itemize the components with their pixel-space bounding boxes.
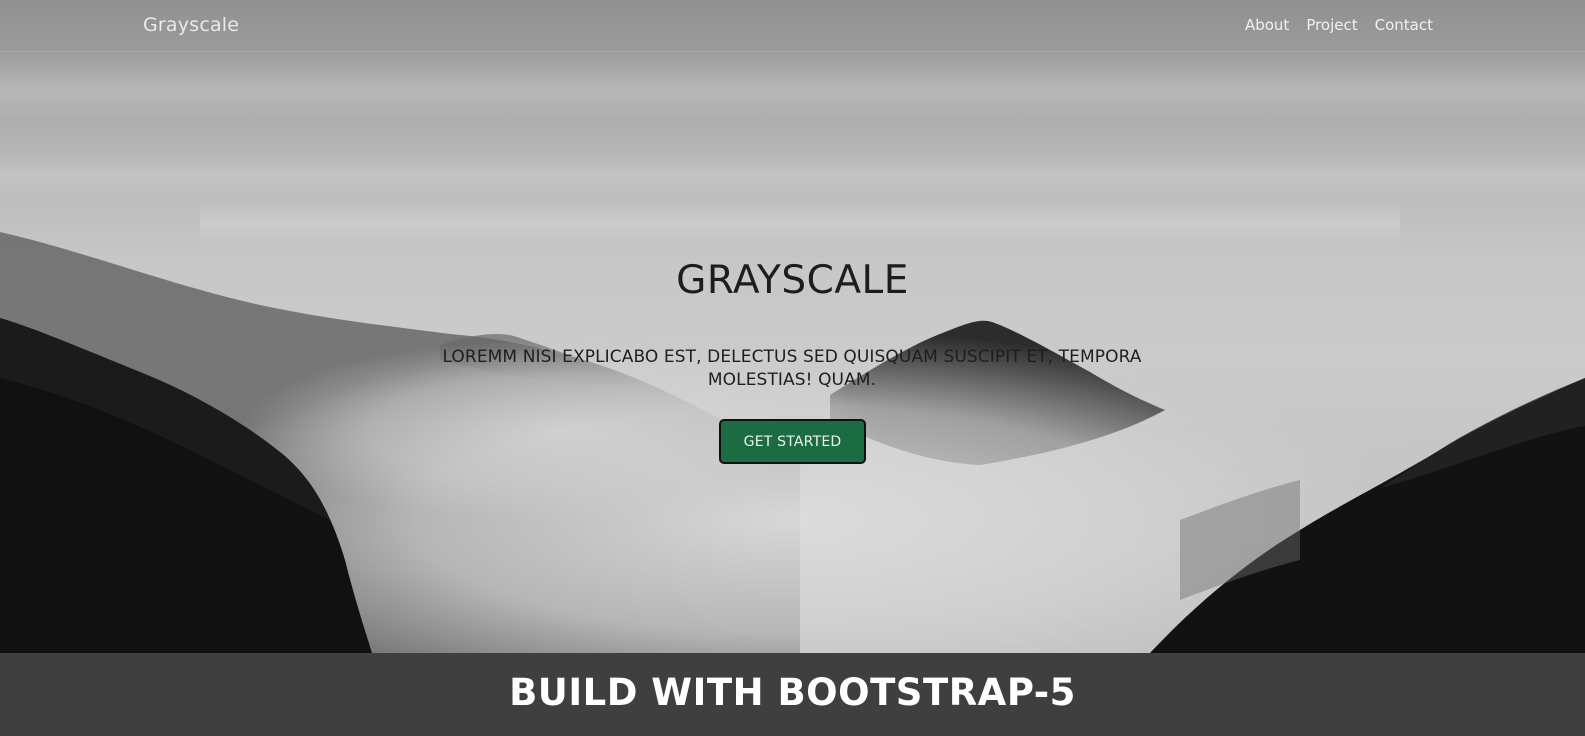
- hero-subtitle: LOREMM NISI EXPLICABO EST, DELECTUS SED …: [442, 347, 1142, 390]
- nav-links: About Project Contact: [1245, 16, 1433, 34]
- hero-section: Grayscale About Project Contact GRAYSCAL…: [0, 0, 1585, 653]
- nav-link-project[interactable]: Project: [1306, 16, 1357, 34]
- brand-link[interactable]: Grayscale: [143, 14, 239, 36]
- navbar: Grayscale About Project Contact: [0, 0, 1585, 52]
- mountain-landscape-image: [0, 60, 1585, 653]
- get-started-button[interactable]: GET STARTED: [719, 419, 866, 464]
- nav-link-about[interactable]: About: [1245, 16, 1289, 34]
- hero-title: GRAYSCALE: [676, 258, 909, 303]
- banner-title: BUILD WITH BOOTSTRAP-5: [509, 671, 1076, 714]
- nav-link-contact[interactable]: Contact: [1375, 16, 1433, 34]
- bootstrap-banner: BUILD WITH BOOTSTRAP-5: [0, 653, 1585, 736]
